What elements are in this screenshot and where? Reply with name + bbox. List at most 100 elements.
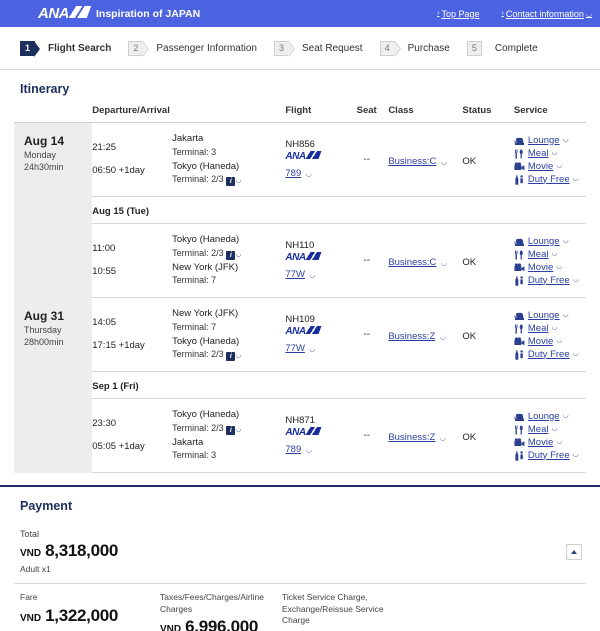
service-item-movie[interactable]: Movie ◡ <box>514 336 586 347</box>
itinerary-title: Itinerary <box>20 82 70 96</box>
service-link-movie[interactable]: Movie <box>528 161 553 172</box>
service-link-meal[interactable]: Meal <box>528 424 549 435</box>
service-item-duty-free[interactable]: Duty Free ◡ <box>514 174 586 185</box>
service-item-meal[interactable]: Meal ◡ <box>514 323 586 334</box>
external-link-icon: ◡ <box>439 434 446 442</box>
flight-number: NH856 <box>285 138 315 150</box>
service-link-movie[interactable]: Movie <box>528 262 553 273</box>
aircraft-type-link[interactable]: 77W <box>285 269 305 280</box>
service-item-movie[interactable]: Movie ◡ <box>514 437 586 448</box>
service-link-meal[interactable]: Meal <box>528 249 549 260</box>
arrival-time: 17:15 +1day <box>92 340 145 352</box>
header-links: › Top Page › Contact information ◡ <box>437 9 592 19</box>
meal-icon <box>514 425 523 435</box>
service-item-meal[interactable]: Meal ◡ <box>514 249 586 260</box>
duty-free-icon <box>515 349 523 360</box>
site-header: ANA Inspiration of JAPAN › Top Page › Co… <box>0 0 600 27</box>
info-icon[interactable]: i <box>226 425 236 435</box>
service-link-duty-free[interactable]: Duty Free <box>528 174 570 185</box>
service-link-movie[interactable]: Movie <box>528 437 553 448</box>
arrival-place: Tokyo (Haneda) <box>172 160 240 172</box>
service-item-lounge[interactable]: Lounge ◡ <box>514 236 586 247</box>
step-passenger-information[interactable]: 2 Passenger Information <box>128 40 257 56</box>
info-icon[interactable]: i <box>226 250 236 260</box>
service-item-duty-free[interactable]: Duty Free ◡ <box>514 450 586 461</box>
ana-brand-text: ANA <box>38 5 70 22</box>
lounge-icon <box>514 137 524 145</box>
flight-info: NH871 ANA 789 ◡ <box>285 415 345 457</box>
service-link-duty-free[interactable]: Duty Free <box>528 275 570 286</box>
departure-terminal: Terminal: 3 <box>172 146 285 160</box>
departure-place: New York (JFK) <box>172 308 239 320</box>
top-page-link[interactable]: › Top Page <box>437 9 479 19</box>
service-link-lounge[interactable]: Lounge <box>528 411 560 422</box>
status-text: OK <box>462 256 477 268</box>
service-item-duty-free[interactable]: Duty Free ◡ <box>514 349 586 360</box>
info-icon[interactable]: i <box>226 177 236 187</box>
payment-title: Payment <box>20 499 73 514</box>
step-label: Seat Request <box>301 42 363 54</box>
itinerary-section: Itinerary Departure/Arrival Flight Seat … <box>0 70 600 474</box>
service-link-meal[interactable]: Meal <box>528 148 549 159</box>
itinerary-table: Departure/Arrival Flight Seat Class Stat… <box>14 105 586 474</box>
external-link-icon: ◡ <box>235 250 242 258</box>
aircraft-type-link[interactable]: 77W <box>285 343 305 354</box>
service-item-lounge[interactable]: Lounge ◡ <box>514 411 586 422</box>
external-link-icon: ◡ <box>572 174 579 182</box>
step-purchase[interactable]: 4 Purchase <box>379 40 450 56</box>
step-complete[interactable]: 5 Complete <box>466 40 538 56</box>
service-item-lounge[interactable]: Lounge ◡ <box>514 310 586 321</box>
service-link-movie[interactable]: Movie <box>528 336 553 347</box>
external-link-icon: ◡ <box>551 323 558 331</box>
day-separator-label: Sep 1 (Fri) <box>92 381 139 393</box>
terminal-text: Terminal: 2/3 <box>172 422 224 433</box>
cell-class: Business:Z ◡ <box>388 398 463 474</box>
cell-times: 21:25 06:50 +1day <box>92 122 173 198</box>
service-link-meal[interactable]: Meal <box>528 323 549 334</box>
contact-information-link-label: Contact information <box>505 8 584 19</box>
departure-terminal: Terminal: 2/3 i ◡ <box>172 422 285 436</box>
service-item-meal[interactable]: Meal ◡ <box>514 148 586 159</box>
cell-seat: -- <box>345 297 389 373</box>
service-link-duty-free[interactable]: Duty Free <box>528 450 570 461</box>
cell-places: Jakarta Terminal: 3 Tokyo (Haneda) Terminal… <box>172 122 286 198</box>
step-seat-request[interactable]: 3 Seat Request <box>273 40 363 56</box>
contact-information-link[interactable]: › Contact information ◡ <box>502 9 593 19</box>
flight-info: NH856 ANA 789 ◡ <box>285 139 345 181</box>
class-link[interactable]: Business:C <box>388 257 436 268</box>
service-link-lounge[interactable]: Lounge <box>528 236 560 247</box>
cell-service: Lounge ◡ Meal ◡ Movie ◡ Duty Free ◡ <box>513 122 586 198</box>
cell-status: OK <box>462 297 514 373</box>
aircraft-type-link[interactable]: 789 <box>285 444 301 455</box>
cell-class: Business:Z ◡ <box>388 297 463 373</box>
departure-terminal: Terminal: 7 <box>172 321 285 335</box>
cell-flight: NH110 ANA 77W ◡ <box>285 223 346 299</box>
service-link-duty-free[interactable]: Duty Free <box>528 349 570 360</box>
aircraft-type-link[interactable]: 789 <box>285 168 301 179</box>
class-link[interactable]: Business:Z <box>388 331 435 342</box>
external-link-icon: ◡ <box>305 170 312 178</box>
cell-times: 11:00 10:55 <box>92 223 173 299</box>
payment-collapse-button[interactable] <box>566 544 582 561</box>
arrival-time: 10:55 <box>92 266 117 278</box>
service-item-movie[interactable]: Movie ◡ <box>514 262 586 273</box>
info-icon[interactable]: i <box>226 352 236 362</box>
step-flight-search[interactable]: 1 Flight Search <box>20 40 111 57</box>
service-link-lounge[interactable]: Lounge <box>528 310 560 321</box>
status-text: OK <box>462 155 477 167</box>
ana-logo[interactable]: ANA Inspiration of JAPAN <box>38 5 200 22</box>
class-link[interactable]: Business:Z <box>388 432 435 443</box>
service-item-meal[interactable]: Meal ◡ <box>514 424 586 435</box>
service-item-duty-free[interactable]: Duty Free ◡ <box>514 275 586 286</box>
flight-number: NH110 <box>285 239 315 251</box>
external-link-icon: ◡ <box>556 161 563 169</box>
payment-breakdown-taxes: Taxes/Fees/Charges/Airline Charges VND 6… <box>160 592 282 631</box>
service-item-movie[interactable]: Movie ◡ <box>514 161 586 172</box>
segment-times: 21:25 06:50 +1day <box>92 141 172 178</box>
payment-breakdown-label: Ticket Service Charge, Exchange/Reissue … <box>282 592 384 626</box>
class-link[interactable]: Business:C <box>388 156 436 167</box>
service-item-lounge[interactable]: Lounge ◡ <box>514 135 586 146</box>
service-link-lounge[interactable]: Lounge <box>528 135 560 146</box>
column-spacer <box>172 105 286 123</box>
external-link-icon: ◡ <box>551 148 558 156</box>
